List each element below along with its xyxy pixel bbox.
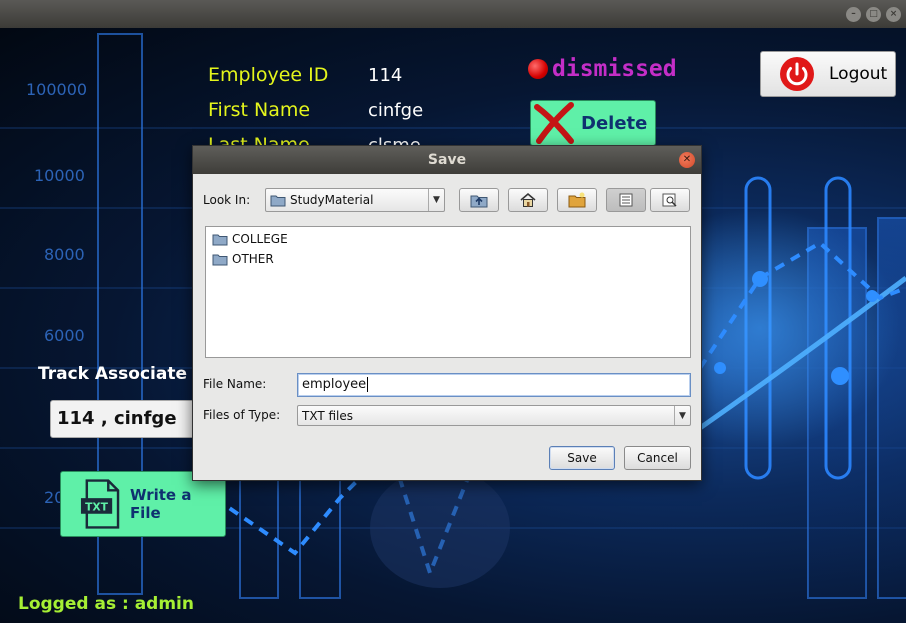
file-type-combo[interactable]: TXT files ▼ [297, 405, 691, 426]
minimize-icon[interactable]: – [846, 7, 861, 22]
power-icon [780, 57, 814, 91]
look-in-value: StudyMaterial [290, 193, 374, 207]
axis-label: 100000 [26, 80, 88, 99]
logout-button[interactable]: Logout [760, 51, 896, 97]
employee-id-value: 114 [368, 65, 403, 86]
folder-icon [212, 254, 228, 266]
look-in-label: Look In: [203, 193, 251, 207]
home-icon [520, 192, 536, 207]
home-button[interactable] [508, 188, 548, 212]
window-titlebar: – □ × [0, 0, 906, 28]
txt-file-icon: TXT [80, 479, 120, 529]
new-folder-icon [568, 192, 586, 208]
file-list[interactable]: COLLEGE OTHER [205, 226, 691, 358]
logout-label: Logout [829, 64, 888, 84]
chevron-down-icon: ▼ [674, 406, 690, 425]
maximize-icon[interactable]: □ [866, 7, 881, 22]
employee-status: dismissed [528, 56, 677, 82]
dialog-title: Save [427, 152, 467, 168]
file-name: COLLEGE [232, 232, 288, 246]
file-type-label: Files of Type: [203, 408, 281, 422]
delete-label: Delete [581, 112, 648, 134]
file-name: OTHER [232, 252, 274, 266]
delete-button[interactable]: Delete [530, 100, 656, 146]
cancel-button[interactable]: Cancel [624, 446, 691, 470]
list-view-icon [619, 193, 633, 207]
first-name-value: cinfge [368, 100, 424, 121]
details-view-button[interactable] [650, 188, 690, 212]
dialog-close-icon[interactable]: ✕ [679, 152, 695, 168]
logged-as-text: Logged as : admin [18, 594, 194, 614]
associate-select[interactable]: 114 , cinfge [50, 400, 210, 438]
folder-icon [212, 234, 228, 246]
list-item[interactable]: COLLEGE [206, 229, 690, 249]
list-item[interactable]: OTHER [206, 249, 690, 269]
new-folder-button[interactable] [557, 188, 597, 212]
axis-label: 8000 [44, 245, 85, 264]
file-name-label: File Name: [203, 377, 267, 391]
close-icon[interactable]: × [886, 7, 901, 22]
save-button[interactable]: Save [549, 446, 615, 470]
dialog-title-bar: Save ✕ [193, 146, 701, 174]
up-folder-icon [470, 195, 488, 208]
write-file-label: Write a File [129, 486, 192, 522]
status-text: dismissed [552, 56, 677, 82]
file-type-value: TXT files [302, 408, 354, 423]
txt-icon-text: TXT [85, 500, 109, 513]
file-name-input[interactable]: employee [297, 373, 691, 397]
axis-label: 6000 [44, 326, 85, 345]
up-folder-button[interactable] [459, 188, 499, 212]
save-dialog: Save ✕ Look In: StudyMaterial ▼ COLLEGE … [192, 145, 702, 481]
status-dot-icon [528, 59, 548, 79]
employee-id-label: Employee ID [208, 64, 329, 86]
delete-x-icon [534, 102, 574, 144]
look-in-combo[interactable]: StudyMaterial ▼ [265, 188, 445, 212]
first-name-label: First Name [208, 99, 311, 121]
details-view-icon [662, 193, 677, 207]
folder-icon [270, 195, 286, 207]
axis-label: 10000 [34, 166, 85, 185]
chevron-down-icon: ▼ [428, 189, 444, 211]
list-view-button[interactable] [606, 188, 646, 212]
